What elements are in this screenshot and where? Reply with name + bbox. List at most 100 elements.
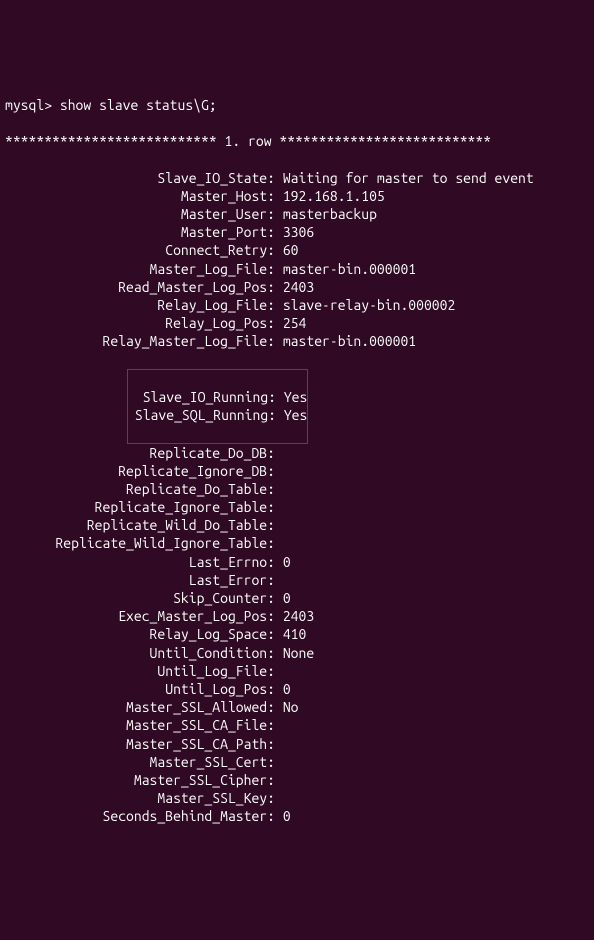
field-key: Master_SSL_Allowed: [5,698,275,716]
field-key: Relay_Log_File: [5,296,275,314]
field-value: 192.168.1.105 [275,187,385,205]
field-value: 410 [275,625,306,643]
field-value [275,571,283,589]
field-row: Slave_SQL_Running: Yes [128,406,307,424]
field-row: Replicate_Ignore_DB: [5,462,589,480]
field-key: Skip_Counter: [5,589,275,607]
field-key: Last_Error: [5,571,275,589]
field-key: Master_SSL_CA_File: [5,716,275,734]
field-row: Master_SSL_Key: [5,789,589,807]
field-value [275,735,283,753]
field-row: Relay_Master_Log_File: master-bin.000001 [5,332,589,350]
field-key: Slave_IO_Running: [128,388,276,406]
field-row: Master_SSL_Cipher: [5,771,589,789]
field-key: Last_Errno: [5,553,275,571]
field-value: Yes [276,388,307,406]
field-row: Master_Host: 192.168.1.105 [5,187,589,205]
field-value: 60 [275,241,299,259]
field-key: Master_SSL_Cipher: [5,771,275,789]
field-row: Relay_Log_File: slave-relay-bin.000002 [5,296,589,314]
field-key: Slave_SQL_Running: [128,406,276,424]
field-row: Relay_Log_Pos: 254 [5,314,589,332]
field-value: 254 [275,314,306,332]
field-row: Relay_Log_Space: 410 [5,625,589,643]
field-row: Master_SSL_CA_File: [5,716,589,734]
field-value [275,662,283,680]
field-row: Read_Master_Log_Pos: 2403 [5,278,589,296]
field-row: Until_Log_Pos: 0 [5,680,589,698]
field-value [275,789,283,807]
field-value: 0 [275,589,291,607]
field-key: Seconds_Behind_Master: [5,807,275,825]
field-value [275,534,283,552]
field-row: Replicate_Wild_Do_Table: [5,516,589,534]
field-value: No [275,698,299,716]
field-row: Last_Errno: 0 [5,553,589,571]
field-key: Master_Host: [5,187,275,205]
field-value: None [275,644,314,662]
mysql-prompt: mysql> show slave status\G; [5,96,589,114]
field-value: 2403 [275,278,314,296]
field-value: master-bin.000001 [275,260,416,278]
field-key: Relay_Log_Pos: [5,314,275,332]
field-value: slave-relay-bin.000002 [275,296,455,314]
field-value: master-bin.000001 [275,332,416,350]
field-value: 0 [275,553,291,571]
field-key: Master_SSL_Key: [5,789,275,807]
field-key: Replicate_Ignore_DB: [5,462,275,480]
field-key: Master_Port: [5,223,275,241]
status-fields: Slave_IO_State: Waiting for master to se… [5,169,589,351]
field-key: Replicate_Do_DB: [5,444,275,462]
field-value [275,516,283,534]
field-row: Seconds_Behind_Master: 0 [5,807,589,825]
field-value [275,480,283,498]
field-row: Master_SSL_Cert: [5,753,589,771]
field-row: Master_Log_File: master-bin.000001 [5,260,589,278]
field-row: Replicate_Wild_Ignore_Table: [5,534,589,552]
field-row: Master_SSL_CA_Path: [5,735,589,753]
terminal-output: mysql> show slave status\G; ************… [5,78,589,844]
field-value [275,462,283,480]
field-value [275,753,283,771]
field-key: Connect_Retry: [5,241,275,259]
field-row: Connect_Retry: 60 [5,241,589,259]
field-key: Until_Log_File: [5,662,275,680]
field-row: Replicate_Ignore_Table: [5,498,589,516]
field-row: Until_Condition: None [5,644,589,662]
field-value: 0 [275,807,291,825]
field-row: Skip_Counter: 0 [5,589,589,607]
field-key: Replicate_Ignore_Table: [5,498,275,516]
field-key: Replicate_Wild_Ignore_Table: [5,534,275,552]
field-row: Exec_Master_Log_Pos: 2403 [5,607,589,625]
field-value: Yes [276,406,307,424]
field-key: Exec_Master_Log_Pos: [5,607,275,625]
field-row: Slave_IO_State: Waiting for master to se… [5,169,589,187]
row-separator: *************************** 1. row *****… [5,132,589,150]
field-row: Until_Log_File: [5,662,589,680]
field-key: Read_Master_Log_Pos: [5,278,275,296]
field-value: masterbackup [275,205,377,223]
field-value [275,498,283,516]
field-value: 0 [275,680,291,698]
field-row: Replicate_Do_DB: [5,444,589,462]
field-row: Slave_IO_Running: Yes [128,388,307,406]
field-key: Master_Log_File: [5,260,275,278]
field-value [275,444,283,462]
field-key: Until_Condition: [5,644,275,662]
field-value [275,716,283,734]
field-row: Master_Port: 3306 [5,223,589,241]
field-key: Replicate_Do_Table: [5,480,275,498]
field-value [275,771,283,789]
field-row: Last_Error: [5,571,589,589]
field-row: Replicate_Do_Table: [5,480,589,498]
highlighted-fields: Slave_IO_Running: YesSlave_SQL_Running: … [127,369,308,444]
field-key: Master_User: [5,205,275,223]
field-key: Slave_IO_State: [5,169,275,187]
field-value: 2403 [275,607,314,625]
field-row: Master_SSL_Allowed: No [5,698,589,716]
field-key: Replicate_Wild_Do_Table: [5,516,275,534]
field-key: Master_SSL_Cert: [5,753,275,771]
field-key: Relay_Log_Space: [5,625,275,643]
field-key: Until_Log_Pos: [5,680,275,698]
field-key: Relay_Master_Log_File: [5,332,275,350]
